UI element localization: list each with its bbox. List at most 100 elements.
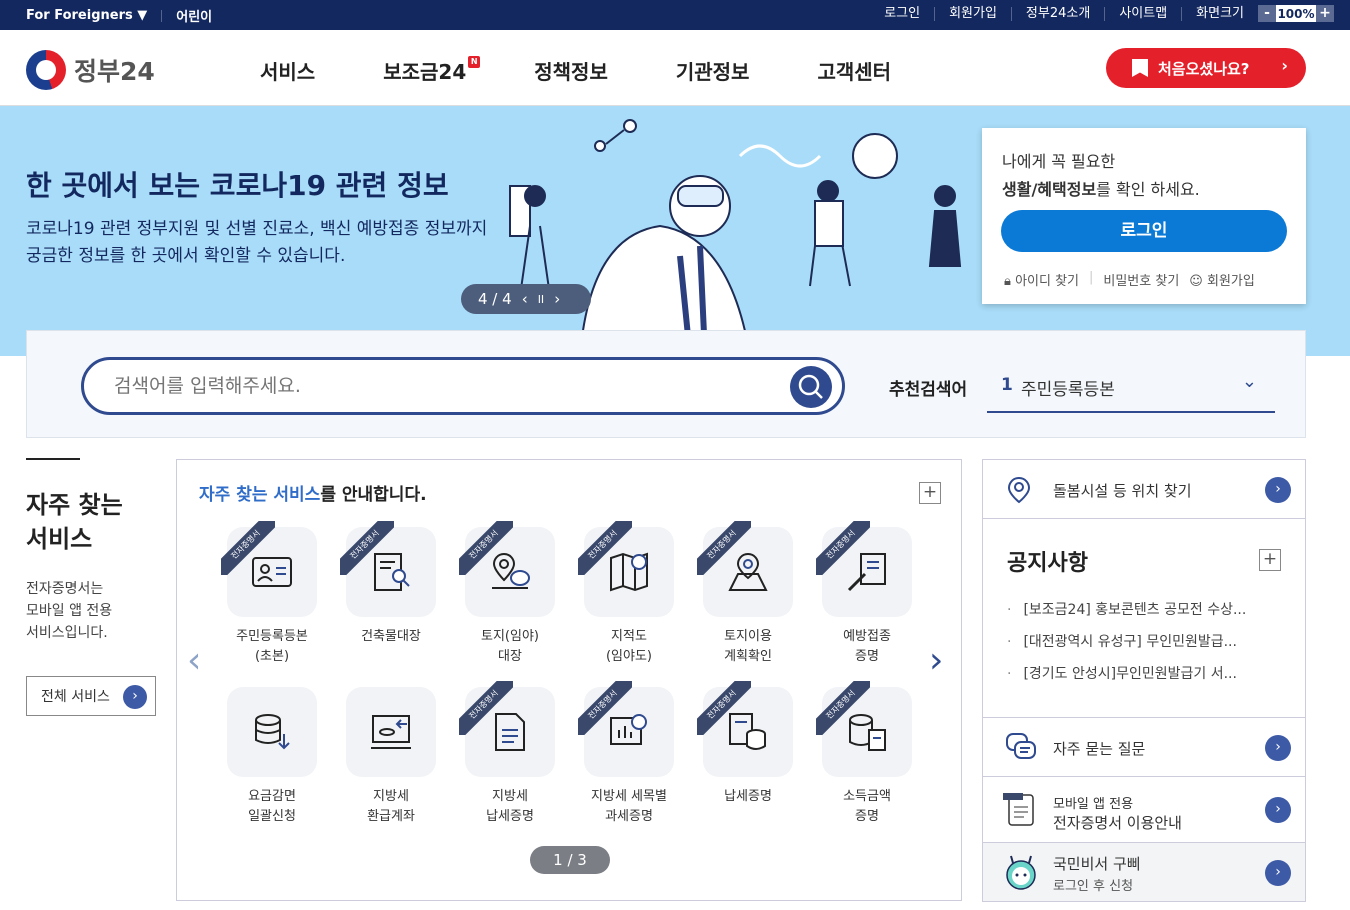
service-label[interactable]: 토지(임야) 대장 xyxy=(445,627,575,667)
notice-item[interactable]: [대전광역시 유성구] 무인민원발급... xyxy=(1007,631,1246,663)
service-label-line1: 토지이용 xyxy=(724,629,772,644)
service-label[interactable]: 지방세환급계좌 xyxy=(326,787,456,827)
service-label[interactable]: 요금감면 일괄신청 xyxy=(207,787,337,827)
chevron-right-icon: › xyxy=(1265,797,1291,823)
top-signup-link[interactable]: 회원가입 xyxy=(934,6,1011,21)
notice-section: 공지사항 + [보조금24] 홍보콘텐츠 공모전 수상... [대전광역시 유성… xyxy=(982,518,1306,718)
service-label[interactable]: 지적도 (임야도) xyxy=(564,627,694,667)
find-id-link[interactable]: 🔒︎ 아이디 찾기 xyxy=(1004,270,1079,289)
nav-policy[interactable]: 정책정보 xyxy=(534,56,608,85)
syringe-doc-icon xyxy=(847,553,886,592)
service-label-line1: 지방세 xyxy=(373,789,409,804)
first-visit-label: 처음오셨나요? xyxy=(1158,59,1250,78)
zoom-in-button[interactable]: + xyxy=(1316,5,1334,22)
service-label[interactable]: 납세증명 xyxy=(683,787,813,807)
foreigners-link[interactable]: For Foreigners ▼ xyxy=(26,8,147,23)
gubbi-button[interactable]: 국민비서 구삐 로그인 후 신청 › xyxy=(982,842,1306,902)
facility-label: 돌봄시설 등 위치 찾기 xyxy=(1053,482,1192,500)
gubbi-mascot-icon xyxy=(1006,855,1036,890)
pause-button[interactable]: II xyxy=(538,293,545,306)
service-label[interactable]: 소득금액 증명 xyxy=(802,787,932,827)
hero-desc: 코로나19 관련 정부지원 및 선별 진료소, 백신 예방접종 정보까지궁금한 … xyxy=(26,216,546,270)
service-label-line2: (임야도) xyxy=(605,649,653,664)
facility-finder-button[interactable]: 돌봄시설 등 위치 찾기 › xyxy=(982,459,1306,519)
service-card[interactable]: 전자증명서 xyxy=(816,521,912,617)
more-services-button[interactable]: + xyxy=(919,482,941,504)
hero-desc-line1: 코로나19 관련 정부지원 및 선별 진료소, 백신 예방접종 정보까지 xyxy=(26,219,488,239)
login-prompt-bold: 생활/혜택정보 xyxy=(1002,180,1097,199)
service-label[interactable]: 건축물대장 xyxy=(326,627,456,647)
next-slide-button[interactable]: › xyxy=(554,290,560,308)
service-card[interactable] xyxy=(346,687,436,777)
login-prompt-line1: 나에게 꼭 필요한 xyxy=(1002,152,1116,171)
site-logo[interactable]: 정부24 xyxy=(26,50,155,90)
location-chat-icon xyxy=(492,552,530,589)
top-login-link[interactable]: 로그인 xyxy=(870,6,934,21)
first-visit-button[interactable]: 처음오셨나요? › xyxy=(1106,48,1306,88)
hero-desc-line2: 궁금한 정보를 한 곳에서 확인할 수 있습니다. xyxy=(26,246,346,266)
document-search-icon xyxy=(374,553,410,591)
mobile-cert-guide-button[interactable]: 모바일 앱 전용 전자증명서 이용안내 › xyxy=(982,776,1306,843)
search-input[interactable] xyxy=(114,372,754,400)
section-line xyxy=(26,458,80,460)
service-card[interactable] xyxy=(227,687,317,777)
notice-item[interactable]: [보조금24] 홍보콘텐츠 공모전 수상... xyxy=(1007,599,1246,631)
screen-size-label: 화면크기 xyxy=(1181,6,1258,21)
recommended-select[interactable]: 1 주민등록등본 ⌄ xyxy=(987,361,1275,413)
sitemap-link[interactable]: 사이트맵 xyxy=(1104,6,1181,21)
nav-agency[interactable]: 기관정보 xyxy=(676,56,750,85)
desc-2: 모바일 앱 전용 xyxy=(26,603,113,619)
login-button[interactable]: 로그인 xyxy=(1001,210,1287,252)
service-card[interactable]: 전자증명서 xyxy=(459,521,555,617)
search-button[interactable] xyxy=(790,366,832,408)
kids-link[interactable]: 어린이 xyxy=(176,6,212,25)
gubbi-sub: 로그인 후 신청 xyxy=(1053,879,1134,894)
faq-button[interactable]: 자주 묻는 질문 › xyxy=(982,717,1306,777)
service-label[interactable]: 지방세 세목별 과세증명 xyxy=(564,787,694,827)
search-area: 추천검색어 1 주민등록등본 ⌄ xyxy=(26,330,1306,438)
zoom-value: 100% xyxy=(1277,6,1315,21)
about-link[interactable]: 정부24소개 xyxy=(1010,6,1104,21)
doc-coins-icon xyxy=(729,713,766,750)
service-label-line2: 증명 xyxy=(855,649,879,664)
prev-slide-button[interactable]: ‹ xyxy=(522,290,528,308)
service-label-line2: (초본) xyxy=(254,649,290,664)
notice-item[interactable]: [경기도 안성시]무인민원발급기 서... xyxy=(1007,663,1246,695)
service-card[interactable]: 전자증명서 xyxy=(578,681,674,777)
service-card[interactable]: 전자증명서 xyxy=(697,521,793,617)
service-card[interactable]: 전자증명서 xyxy=(340,521,436,617)
service-label[interactable]: 지방세 납세증명 xyxy=(445,787,575,827)
banner-pager: 4 / 4 ‹ II › xyxy=(461,284,591,314)
chevron-right-icon: › xyxy=(1281,56,1288,75)
service-card[interactable]: 전자증명서 xyxy=(816,681,912,777)
prev-page-button[interactable]: ‹ xyxy=(187,640,201,681)
taegeuk-logo-icon xyxy=(26,50,66,90)
join-link[interactable]: ☺ 회원가입 xyxy=(1189,270,1255,289)
all-services-button[interactable]: 전체 서비스 › xyxy=(26,676,156,716)
notice-list: [보조금24] 홍보콘텐츠 공모전 수상... [대전광역시 유성구] 무인민원… xyxy=(1007,599,1246,695)
login-box: 나에게 꼭 필요한 생활/혜택정보를 확인 하세요. 로그인 🔒︎ 아이디 찾기… xyxy=(982,128,1306,304)
service-label[interactable]: 예방접종증명 xyxy=(802,627,932,667)
service-card[interactable]: 전자증명서 xyxy=(578,521,674,617)
find-id-label: 아이디 찾기 xyxy=(1015,274,1079,289)
lock-icon: 🔒︎ xyxy=(1004,274,1016,289)
nav-support[interactable]: 고객센터 xyxy=(817,56,891,85)
service-card[interactable]: 전자증명서 xyxy=(697,681,793,777)
service-card[interactable]: 전자증명서 xyxy=(221,521,317,617)
recommended-label: 추천검색어 xyxy=(889,380,968,400)
nav-services[interactable]: 서비스 xyxy=(260,56,315,85)
nav-subsidy[interactable]: 보조금24 N xyxy=(383,56,481,85)
service-label-line1: 지방세 세목별 xyxy=(591,789,667,804)
service-label-line1: 예방접종 xyxy=(843,629,891,644)
service-label-line1: 건축물대장 xyxy=(361,629,421,644)
service-label[interactable]: 주민등록등본 (초본) xyxy=(207,627,337,667)
service-label-line2: 환급계좌 xyxy=(367,809,415,824)
nav-label: 고객센터 xyxy=(817,60,892,84)
service-label-line1: 요금감면 xyxy=(248,789,296,804)
service-label[interactable]: 토지이용 계획확인 xyxy=(683,627,813,667)
find-pw-link[interactable]: 비밀번호 찾기 xyxy=(1103,270,1179,289)
more-notices-button[interactable]: + xyxy=(1259,549,1281,571)
coins-doc-icon xyxy=(849,714,886,751)
zoom-out-button[interactable]: - xyxy=(1258,5,1276,22)
service-card[interactable]: 전자증명서 xyxy=(459,681,555,777)
